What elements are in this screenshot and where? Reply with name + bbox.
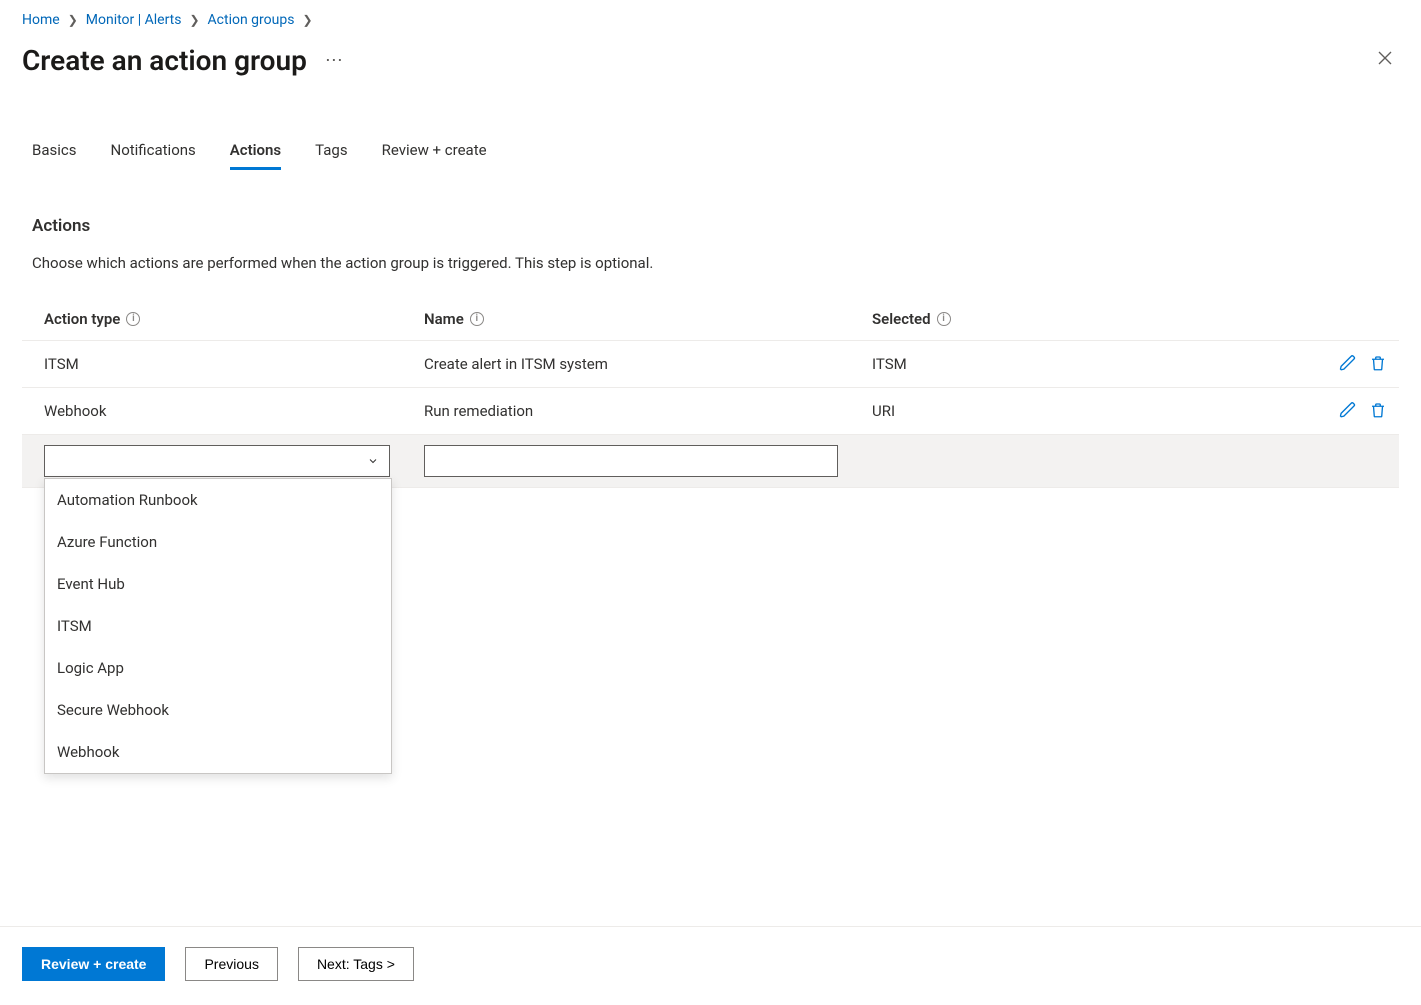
review-create-button[interactable]: Review + create — [22, 947, 165, 981]
dropdown-option[interactable]: Secure Webhook — [45, 689, 391, 731]
dropdown-option[interactable]: ITSM — [45, 605, 391, 647]
chevron-right-icon: ❯ — [189, 13, 199, 27]
tab-review-create[interactable]: Review + create — [382, 141, 487, 170]
close-button[interactable] — [1371, 46, 1399, 75]
table-row: Webhook Run remediation URI — [22, 388, 1399, 435]
tab-notifications[interactable]: Notifications — [111, 141, 196, 170]
cell-selected: URI — [850, 388, 1309, 435]
action-type-dropdown: Automation Runbook Azure Function Event … — [44, 478, 392, 774]
dropdown-option[interactable]: Logic App — [45, 647, 391, 689]
tab-actions[interactable]: Actions — [230, 141, 281, 170]
action-type-select[interactable]: Automation Runbook Azure Function Event … — [44, 445, 390, 477]
tab-basics[interactable]: Basics — [32, 141, 77, 170]
edit-row-button[interactable] — [1337, 399, 1359, 421]
tabs: Basics Notifications Actions Tags Review… — [22, 141, 1399, 170]
info-icon[interactable]: i — [126, 312, 140, 326]
tab-tags[interactable]: Tags — [315, 141, 347, 170]
page-root: Home ❯ Monitor | Alerts ❯ Action groups … — [0, 0, 1421, 1005]
cell-name: Create alert in ITSM system — [402, 341, 850, 388]
dropdown-option[interactable]: Webhook — [45, 731, 391, 773]
action-name-input[interactable] — [424, 445, 838, 477]
editor-row: Automation Runbook Azure Function Event … — [22, 435, 1399, 488]
dropdown-option[interactable]: Event Hub — [45, 563, 391, 605]
previous-button[interactable]: Previous — [185, 947, 277, 981]
dropdown-option[interactable]: Automation Runbook — [45, 479, 391, 521]
section-title: Actions — [22, 216, 1399, 236]
trash-icon — [1369, 354, 1387, 372]
pencil-icon — [1339, 401, 1357, 419]
breadcrumb: Home ❯ Monitor | Alerts ❯ Action groups … — [22, 8, 1399, 38]
trash-icon — [1369, 401, 1387, 419]
col-header-selected: Selected — [872, 310, 931, 328]
edit-row-button[interactable] — [1337, 352, 1359, 374]
chevron-right-icon: ❯ — [302, 13, 312, 27]
delete-row-button[interactable] — [1367, 352, 1389, 374]
dropdown-option[interactable]: Azure Function — [45, 521, 391, 563]
next-tags-button[interactable]: Next: Tags > — [298, 947, 414, 981]
cell-name: Run remediation — [402, 388, 850, 435]
pencil-icon — [1339, 354, 1357, 372]
footer-buttons: Review + create Previous Next: Tags > — [22, 947, 414, 981]
delete-row-button[interactable] — [1367, 399, 1389, 421]
title-left: Create an action group ⋯ — [22, 44, 344, 77]
breadcrumb-action-groups[interactable]: Action groups — [208, 12, 295, 28]
cell-selected: ITSM — [850, 341, 1309, 388]
cell-action-type: ITSM — [22, 341, 402, 388]
more-menu-button[interactable]: ⋯ — [325, 50, 344, 71]
col-header-name: Name — [424, 310, 464, 328]
chevron-down-icon — [367, 455, 379, 467]
chevron-right-icon: ❯ — [68, 13, 78, 27]
info-icon[interactable]: i — [937, 312, 951, 326]
table-header-row: Action type i Name i Selected i — [22, 300, 1399, 341]
info-icon[interactable]: i — [470, 312, 484, 326]
col-header-action-type: Action type — [44, 310, 120, 328]
title-row: Create an action group ⋯ — [22, 38, 1399, 89]
table-row: ITSM Create alert in ITSM system ITSM — [22, 341, 1399, 388]
actions-table: Action type i Name i Selected i — [22, 300, 1399, 488]
close-icon — [1377, 50, 1393, 66]
cell-action-type: Webhook — [22, 388, 402, 435]
footer-divider — [0, 926, 1421, 927]
page-title: Create an action group — [22, 44, 307, 77]
breadcrumb-monitor-alerts[interactable]: Monitor | Alerts — [86, 12, 182, 28]
breadcrumb-home[interactable]: Home — [22, 12, 60, 28]
section-description: Choose which actions are performed when … — [22, 254, 1399, 272]
